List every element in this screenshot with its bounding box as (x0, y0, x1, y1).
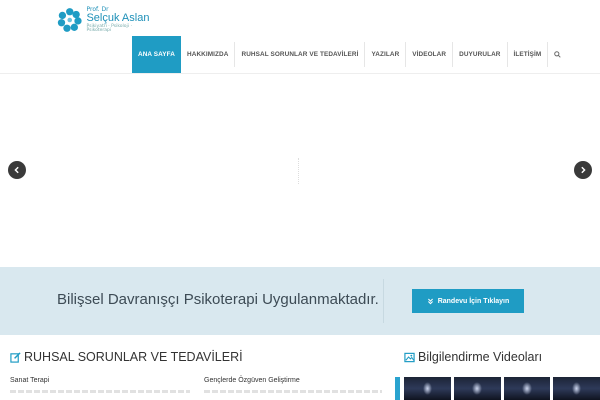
video-carousel-indicator (395, 377, 400, 400)
excerpt-text (204, 390, 382, 393)
excerpt-text (10, 390, 190, 393)
edit-icon (10, 351, 21, 363)
video-thumbnail[interactable] (453, 377, 501, 400)
link-gencler-ozguven[interactable]: Gençlerde Özgüven Geliştirme (204, 377, 300, 384)
nav-item-ana-sayfa[interactable]: ANA SAYFA (132, 36, 182, 73)
logo-name: Selçuk Aslan (86, 11, 150, 24)
nav-item-yazilar[interactable]: YAZILAR (365, 36, 405, 73)
video-thumbnail[interactable] (404, 377, 451, 400)
nav-item-ruhsal-sorunlar[interactable]: RUHSAL SORUNLAR VE TEDAVİLERİ (235, 36, 364, 73)
flower-logo-icon (57, 8, 82, 32)
nav-item-hakkimizda[interactable]: HAKKIMIZDA (181, 36, 234, 73)
section-title-ruhsal: RUHSAL SORUNLAR VE TEDAVİLERİ (10, 350, 380, 364)
image-icon (404, 352, 415, 362)
hero-slider (0, 74, 600, 267)
video-thumbnails (404, 377, 600, 400)
callout-text: Bilişsel Davranışçı Psikoterapi Uygulanm… (57, 291, 379, 308)
section-videolar: Bilgilendirme Videoları (395, 350, 600, 400)
slide-placeholder (298, 158, 302, 184)
nav-search-button[interactable] (548, 36, 567, 73)
callout-band: Bilişsel Davranışçı Psikoterapi Uygulanm… (0, 267, 600, 335)
section-title-videos: Bilgilendirme Videoları (404, 350, 600, 364)
nav-item-iletisim[interactable]: İLETİŞİM (508, 36, 548, 73)
callout-divider (383, 279, 384, 323)
chevron-right-icon (581, 166, 586, 174)
video-thumbnail[interactable] (553, 377, 600, 400)
logo-subtitle: Psikiyatri · Psikoloji · Psikoterapi (86, 23, 132, 33)
section-ruhsal-sorunlar: RUHSAL SORUNLAR VE TEDAVİLERİ Sanat Tera… (10, 350, 382, 393)
section-title-ruhsal-text: RUHSAL SORUNLAR VE TEDAVİLERİ (24, 350, 243, 364)
link-sanat-terapi[interactable]: Sanat Terapi (10, 377, 49, 384)
appointment-button[interactable]: Randevu İçin Tıklayın (412, 289, 524, 313)
nav-item-videolar[interactable]: VİDEOLAR (406, 36, 452, 73)
chevron-left-icon (14, 166, 19, 174)
content-area: RUHSAL SORUNLAR VE TEDAVİLERİ Sanat Tera… (0, 335, 600, 400)
search-icon (554, 51, 561, 58)
slider-next-button[interactable] (574, 161, 592, 179)
slider-prev-button[interactable] (8, 161, 26, 179)
main-nav: ANA SAYFA HAKKIMIZDA RUHSAL SORUNLAR VE … (132, 36, 567, 73)
section-title-videos-text: Bilgilendirme Videoları (418, 350, 543, 364)
chevron-double-down-icon (427, 298, 433, 304)
site-logo[interactable]: Prof. Dr Selçuk Aslan Psikiyatri · Psiko… (56, 4, 152, 36)
nav-item-duyurular[interactable]: DUYURULAR (453, 36, 506, 73)
appointment-button-label: Randevu İçin Tıklayın (437, 297, 510, 305)
video-thumbnail[interactable] (503, 377, 551, 400)
site-header: Prof. Dr Selçuk Aslan Psikiyatri · Psiko… (0, 0, 600, 74)
